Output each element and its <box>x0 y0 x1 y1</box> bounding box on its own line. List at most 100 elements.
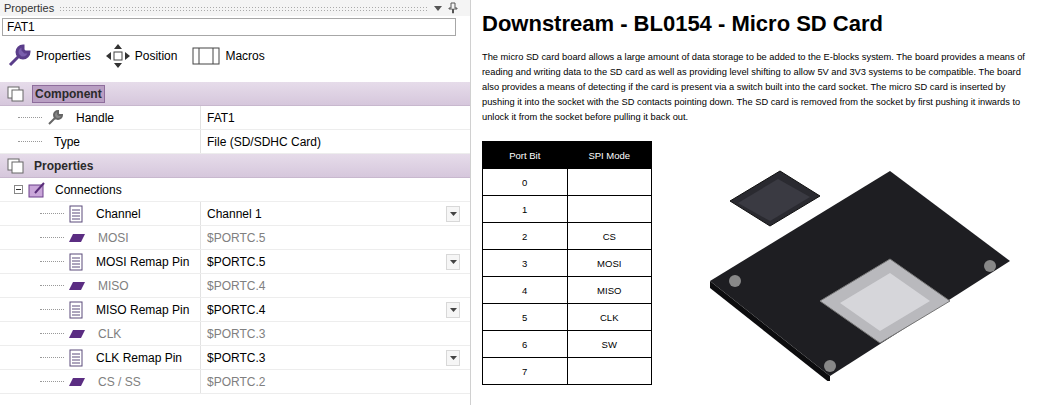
object-field[interactable]: FAT1 <box>2 18 456 36</box>
toolbar-label: Position <box>135 49 178 63</box>
property-label: CLK <box>98 327 121 341</box>
collapse-icon[interactable] <box>14 185 23 194</box>
property-label: Type <box>54 135 80 149</box>
section-title: Component <box>32 85 105 103</box>
property-value-cell[interactable]: $PORTC.5 <box>200 250 470 273</box>
property-row[interactable]: Handle FAT1 <box>0 106 470 130</box>
property-value: $PORTC.3 <box>207 351 446 365</box>
property-label-cell: MOSI Remap Pin <box>0 250 200 273</box>
dropdown-arrow-icon[interactable] <box>446 206 460 222</box>
table-cell: 1 <box>483 196 568 223</box>
property-label: Handle <box>76 111 114 125</box>
table-cell: MISO <box>567 277 652 304</box>
property-row[interactable]: CS / SS $PORTC.2 <box>0 370 470 394</box>
connections-icon <box>27 181 47 199</box>
pin-icon[interactable] <box>448 2 458 14</box>
table-header-row: Port BitSPI Mode <box>483 142 652 169</box>
toolbar: Properties Position Macros <box>0 38 470 74</box>
dropdown-arrow-icon[interactable] <box>446 350 460 366</box>
panel-title: Properties <box>4 2 54 14</box>
property-value: $PORTC.3 <box>207 327 460 341</box>
property-label-cell: MOSI <box>0 226 200 249</box>
property-value-cell[interactable]: $PORTC.5 <box>200 226 470 249</box>
property-row[interactable]: CLK Remap Pin $PORTC.3 <box>0 346 470 370</box>
document-paragraph: The micro SD card board allows a large a… <box>482 50 1037 125</box>
property-value-cell[interactable]: $PORTC.4 <box>200 274 470 297</box>
property-value-cell[interactable]: File (SD/SDHC Card) <box>200 130 470 153</box>
table-row: 0 <box>483 169 652 196</box>
property-value: $PORTC.2 <box>207 375 460 389</box>
tree-line <box>40 309 64 310</box>
document-title: Downstream - BL0154 - Micro SD Card <box>482 8 1037 40</box>
property-label-cell: Handle <box>0 106 200 129</box>
document: Downstream - BL0154 - Micro SD Card The m… <box>471 0 1041 405</box>
port-table: Port BitSPI Mode012CS3MOSI4MISO5CLK6SW7 <box>482 141 652 385</box>
wrench-icon <box>46 109 64 127</box>
property-value-cell[interactable]: $PORTC.4 <box>200 298 470 321</box>
property-row[interactable]: CLK $PORTC.3 <box>0 322 470 346</box>
section-icon <box>6 85 26 103</box>
pin-connection-icon <box>68 232 86 244</box>
group-row[interactable]: Connections <box>0 178 470 202</box>
property-label: MISO <box>98 279 129 293</box>
dropdown-icon[interactable] <box>433 3 443 13</box>
property-row[interactable]: MOSI $PORTC.5 <box>0 226 470 250</box>
toolbar-label: Macros <box>225 49 264 63</box>
table-header-cell: SPI Mode <box>567 142 652 169</box>
dropdown-arrow-icon[interactable] <box>446 302 460 318</box>
pin-connection-icon <box>68 376 86 388</box>
property-label: CS / SS <box>98 375 141 389</box>
property-value-cell[interactable]: $PORTC.3 <box>200 346 470 369</box>
table-cell: 7 <box>483 358 568 385</box>
property-row[interactable]: MISO $PORTC.4 <box>0 274 470 298</box>
section-header[interactable]: Properties <box>0 154 470 178</box>
tree-line <box>40 213 64 214</box>
property-label: MOSI <box>98 231 129 245</box>
property-label: Channel <box>96 207 141 221</box>
property-value: $PORTC.5 <box>207 255 446 269</box>
property-label-cell: Channel <box>0 202 200 225</box>
property-value: $PORTC.4 <box>207 303 446 317</box>
pin-connection-icon <box>68 280 86 292</box>
wrench-icon <box>6 43 32 69</box>
tree-line <box>40 381 64 382</box>
property-label-cell: CLK Remap Pin <box>0 346 200 369</box>
section: Component Handle FAT1 Type File (SD/SDHC Car… <box>0 82 470 154</box>
property-row[interactable]: Type File (SD/SDHC Card) <box>0 130 470 154</box>
property-value: $PORTC.5 <box>207 231 460 245</box>
property-value: Channel 1 <box>207 207 446 221</box>
dropdown-arrow-icon[interactable] <box>446 254 460 270</box>
section-header[interactable]: Component <box>0 82 470 106</box>
tree-line <box>40 333 64 334</box>
property-row[interactable]: Channel Channel 1 <box>0 202 470 226</box>
table-row: 5CLK <box>483 304 652 331</box>
list-icon <box>68 205 84 223</box>
property-row[interactable]: MISO Remap Pin$PORTC.4 <box>0 298 470 322</box>
move-arrows-icon <box>105 43 131 69</box>
property-value-cell[interactable]: $PORTC.2 <box>200 370 470 393</box>
toolbar-button[interactable]: Position <box>105 43 178 69</box>
section-icon <box>6 157 26 175</box>
property-label: CLK Remap Pin <box>96 351 182 365</box>
property-value-cell[interactable]: FAT1 <box>200 106 470 129</box>
property-value-cell[interactable]: $PORTC.3 <box>200 322 470 345</box>
sd-board-photo-icon <box>690 141 1020 381</box>
table-row: 7 <box>483 358 652 385</box>
table-cell: 2 <box>483 223 568 250</box>
table-cell: CS <box>567 223 652 250</box>
table-cell <box>567 358 652 385</box>
table-cell: SW <box>567 331 652 358</box>
property-row[interactable]: MOSI Remap Pin $PORTC.5 <box>0 250 470 274</box>
property-value-cell[interactable]: Channel 1 <box>200 202 470 225</box>
toolbar-button[interactable]: Properties <box>6 43 91 69</box>
property-label-cell: CLK <box>0 322 200 345</box>
table-row: 4MISO <box>483 277 652 304</box>
table-row: 2CS <box>483 223 652 250</box>
document-lower: Port BitSPI Mode012CS3MOSI4MISO5CLK6SW7 <box>482 141 1037 385</box>
tree-line <box>40 285 64 286</box>
list-icon <box>68 301 84 319</box>
toolbar-button[interactable]: Macros <box>191 43 264 69</box>
property-label: MOSI Remap Pin <box>96 255 189 269</box>
property-value: $PORTC.4 <box>207 279 460 293</box>
product-photo <box>672 141 1037 385</box>
